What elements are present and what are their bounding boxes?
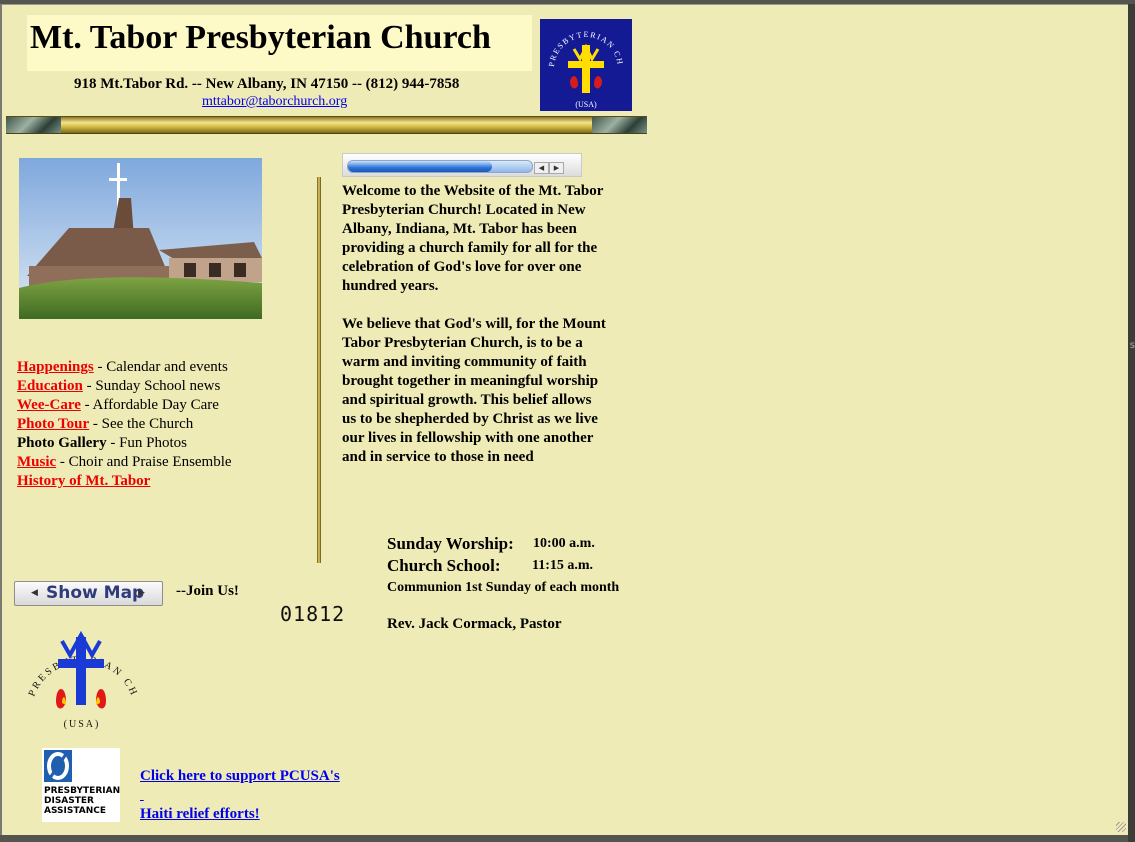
logo-bottom-text: (USA) xyxy=(575,100,597,109)
welcome-text: Welcome to the Website of the Mt. Tabor … xyxy=(342,182,607,467)
resize-grip-icon[interactable] xyxy=(1116,822,1126,832)
church-address: 918 Mt.Tabor Rd. -- New Albany, IN 47150… xyxy=(74,76,460,92)
arrow-right-icon: ▶ xyxy=(138,588,145,598)
pastor-name: Rev. Jack Cormack, Pastor xyxy=(387,616,562,632)
nav-item: History of Mt. Tabor xyxy=(17,472,232,491)
seal-bottom-text: (USA) xyxy=(64,719,101,730)
divider-cap-right xyxy=(592,117,647,133)
nav-item: Happenings - Calendar and events xyxy=(17,358,232,377)
nav-description: - Sunday School news xyxy=(82,378,221,394)
pda-logo-text: PRESBYTERIAN DISASTER ASSISTANCE xyxy=(44,786,120,816)
nav-item: Music - Choir and Praise Ensemble xyxy=(17,453,232,472)
divider-cap-left xyxy=(6,117,61,133)
show-map-button[interactable]: ◀ Show Map ▶ xyxy=(14,581,163,606)
nav-link[interactable]: Happenings xyxy=(17,359,94,375)
nav-item: Photo Gallery - Fun Photos xyxy=(17,434,232,453)
nav-link[interactable]: Wee-Care xyxy=(17,397,81,413)
header-divider xyxy=(6,116,647,134)
nav-link[interactable]: Photo Tour xyxy=(17,416,89,432)
nav-label: Photo Gallery xyxy=(17,435,107,451)
nav-description: - Affordable Day Care xyxy=(80,397,219,413)
join-us-text: --Join Us! xyxy=(176,583,239,599)
pcusa-link-line-2[interactable]: Haiti relief efforts! xyxy=(140,805,340,824)
email-link[interactable]: mttabor@taborchurch.org xyxy=(202,94,347,110)
vertical-divider xyxy=(317,177,321,563)
pda-logo[interactable]: PRESBYTERIAN DISASTER ASSISTANCE xyxy=(42,748,120,822)
pda-line-1: PRESBYTERIAN xyxy=(44,786,121,796)
nav-item: Education - Sunday School news xyxy=(17,377,232,396)
welcome-paragraph: Welcome to the Website of the Mt. Tabor … xyxy=(342,183,604,294)
nav-description: - Calendar and events xyxy=(93,359,228,375)
hit-counter: 01812 xyxy=(280,602,346,626)
site-title: Mt. Tabor Presbyterian Church xyxy=(30,19,491,56)
pda-line-2: DISASTER xyxy=(44,796,94,806)
presbyterian-logo-top: PRESBYTERIAN CHURCH (USA) xyxy=(536,12,632,111)
pda-line-3: ASSISTANCE xyxy=(44,806,107,816)
school-label: Church School: xyxy=(387,556,501,575)
worship-time: 10:00 a.m. xyxy=(533,536,595,551)
presbyterian-seal-icon: PRESBYTERIAN CHURCH (USA) xyxy=(17,611,137,730)
rewind-icon[interactable]: ◀ xyxy=(534,162,549,174)
media-progress-track[interactable] xyxy=(347,160,533,173)
page-viewport: Mt. Tabor Presbyterian Church 918 Mt.Tab… xyxy=(0,4,1130,835)
school-time: 11:15 a.m. xyxy=(532,558,594,573)
nav-item: Wee-Care - Affordable Day Care xyxy=(17,396,232,415)
window-scroll-edge[interactable] xyxy=(1128,4,1135,842)
forward-icon[interactable]: ▶ xyxy=(549,162,564,174)
presbyterian-seal-logo: PRESBYTERIAN CHURCH (USA) xyxy=(17,611,142,731)
worship-row: Sunday Worship: 10:00 a.m. xyxy=(387,534,627,556)
nav-link[interactable]: Education xyxy=(17,378,83,394)
pcusa-support-link[interactable]: Click here to support PCUSA's Haiti reli… xyxy=(140,767,340,824)
presbyterian-seal-icon: PRESBYTERIAN CHURCH (USA) xyxy=(536,12,623,109)
worship-label: Sunday Worship: xyxy=(387,534,514,553)
show-map-label: Show Map xyxy=(46,583,145,603)
nav-link[interactable]: Music xyxy=(17,454,56,470)
scroll-marker: s xyxy=(1129,340,1135,351)
nav-description: - Choir and Praise Ensemble xyxy=(56,454,232,470)
pcusa-link-spacer[interactable] xyxy=(140,786,340,805)
media-player[interactable]: ◀ ▶ xyxy=(342,153,582,177)
nav-description: - Fun Photos xyxy=(106,435,188,451)
service-times: Sunday Worship: 10:00 a.m. Church School… xyxy=(387,534,627,633)
nav-description: - See the Church xyxy=(89,416,194,432)
nav-item: Photo Tour - See the Church xyxy=(17,415,232,434)
communion-note: Communion 1st Sunday of each month xyxy=(387,580,620,595)
pda-mark-icon xyxy=(44,750,72,782)
pcusa-link-line-1[interactable]: Click here to support PCUSA's xyxy=(140,767,340,786)
beliefs-paragraph: We believe that God's will, for the Moun… xyxy=(342,316,606,465)
church-photo xyxy=(19,158,262,319)
nav-link[interactable]: History of Mt. Tabor xyxy=(17,473,150,489)
media-progress-fill xyxy=(348,161,492,172)
nav-list: Happenings - Calendar and events Educatio… xyxy=(17,358,232,491)
arrow-left-icon: ◀ xyxy=(31,588,38,598)
school-row: Church School: 11:15 a.m. xyxy=(387,556,627,578)
